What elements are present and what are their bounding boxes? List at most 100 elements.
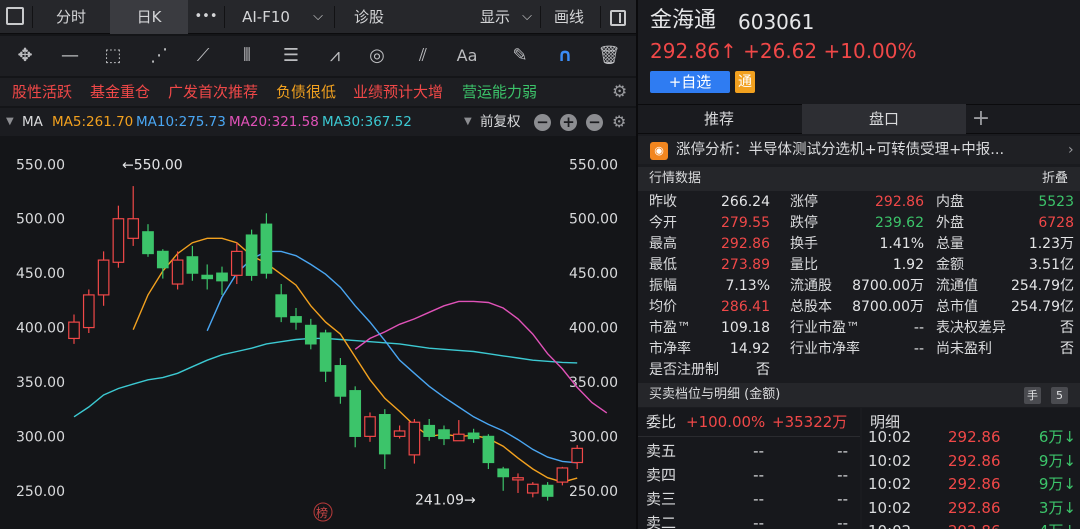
trade-price: 292.86 bbox=[948, 498, 1001, 517]
fold-button[interactable]: 折叠 bbox=[1042, 168, 1068, 189]
zoom-out-icon[interactable]: − bbox=[534, 114, 551, 131]
candle-body bbox=[393, 430, 406, 437]
trade-row: 10:02 292.86 4万↓ bbox=[862, 520, 1080, 529]
candle-body bbox=[216, 272, 228, 282]
quote-value: -- bbox=[913, 320, 924, 336]
kline-chart[interactable]: 550.00 550.00 500.00 500.00 450.00 450.00 400.… bbox=[0, 138, 636, 529]
low-marker-label: 241.09→ bbox=[415, 492, 476, 508]
tag-item[interactable]: 营运能力弱 bbox=[462, 80, 537, 104]
candle-body bbox=[364, 416, 376, 437]
quote-label: 总股本 bbox=[790, 299, 832, 315]
trade-volume: 9万↓ bbox=[1038, 475, 1076, 493]
line-tool-icon[interactable]: — bbox=[55, 44, 85, 68]
quote-label: 振幅 bbox=[649, 278, 677, 294]
zoom-in-icon[interactable]: + bbox=[560, 114, 577, 131]
more-menu-button[interactable]: ••• bbox=[188, 0, 224, 34]
quote-value: 109.18 bbox=[721, 320, 770, 336]
quote-value: 273.89 bbox=[721, 257, 770, 273]
candle-body bbox=[512, 477, 524, 481]
quote-label: 最高 bbox=[649, 236, 677, 252]
tab-diagnose[interactable]: 诊股 bbox=[338, 0, 400, 34]
add-watchlist-button[interactable]: +自选 bbox=[650, 71, 730, 93]
quote-label: 量比 bbox=[790, 257, 818, 273]
candle-body bbox=[275, 294, 288, 318]
draw-line-button[interactable]: 画线 bbox=[544, 0, 594, 34]
fire-icon: ◉ bbox=[650, 142, 668, 160]
quote-value: 1.41% bbox=[879, 236, 924, 252]
ma5-value: MA5:261.70 bbox=[52, 114, 134, 130]
display-button[interactable]: 显示 bbox=[470, 0, 520, 34]
add-tab-button[interactable]: + bbox=[968, 104, 994, 134]
tag-item[interactable]: 广发首次推荐 bbox=[168, 80, 258, 104]
candle-body bbox=[68, 321, 80, 340]
quote-value: 14.92 bbox=[729, 341, 770, 357]
gann-tool-icon[interactable]: ⫽ bbox=[410, 44, 436, 68]
ask-price: -- bbox=[753, 466, 764, 484]
ask-volume: -- bbox=[837, 466, 848, 484]
tag-item[interactable]: 业绩预计大增 bbox=[353, 80, 443, 104]
quote-label: 跌停 bbox=[790, 215, 818, 231]
tab-recommend[interactable]: 推荐 bbox=[638, 104, 800, 134]
collapse-icon[interactable]: ▼ bbox=[6, 113, 14, 131]
quote-label: 均价 bbox=[649, 299, 677, 315]
chevron-down-icon[interactable]: ▼ bbox=[464, 113, 472, 131]
trash-icon[interactable]: 🗑 bbox=[596, 44, 622, 68]
candle-body bbox=[127, 218, 140, 239]
trade-time: 10:02 bbox=[868, 520, 911, 529]
chevron-down-icon[interactable]: ⌵ bbox=[518, 0, 536, 34]
sidebar-toggle-icon[interactable] bbox=[606, 0, 630, 34]
quote-value: 5523 bbox=[1038, 194, 1074, 210]
y-tick-label-right: 300.00 bbox=[569, 429, 618, 445]
cycle-tool-icon[interactable]: ◎ bbox=[364, 44, 390, 68]
pen-icon[interactable]: ✎ bbox=[507, 44, 533, 68]
candle-body bbox=[245, 234, 258, 276]
quote-label: 总量 bbox=[936, 236, 964, 252]
tab-daily-k[interactable]: 日K bbox=[110, 0, 188, 34]
tag-item[interactable]: 基金重仓 bbox=[90, 80, 150, 104]
fibonacci-tool-icon[interactable]: ☰ bbox=[278, 44, 304, 68]
adjust-mode-select[interactable]: 前复权 bbox=[480, 113, 521, 131]
crosshair-icon[interactable]: ✥ bbox=[12, 44, 38, 68]
fullscreen-icon[interactable] bbox=[6, 7, 24, 25]
hand-toggle[interactable]: 手 bbox=[1024, 387, 1041, 404]
quote-label: 今开 bbox=[649, 215, 677, 231]
ma10-value: MA10:275.73 bbox=[136, 114, 226, 130]
ma-label[interactable]: MA bbox=[22, 113, 43, 131]
bars-tool-icon[interactable]: ⦀ bbox=[234, 44, 260, 68]
stock-name: 金海通 bbox=[650, 8, 717, 33]
app-window: 分时 日K ••• AI-F10 ⌵ 诊股 显示 ⌵ 画线 ✥ — ⬚ ⋰ ⟋ … bbox=[0, 0, 1080, 529]
gear-icon[interactable]: ⚙ bbox=[612, 113, 626, 131]
tab-timeshare[interactable]: 分时 bbox=[33, 0, 109, 34]
chevron-right-icon[interactable]: › bbox=[1068, 140, 1074, 161]
drawing-toolbar bbox=[0, 36, 636, 76]
quote-value: 292.86 bbox=[721, 236, 770, 252]
fan-tool-icon[interactable]: ⋰ bbox=[146, 44, 172, 68]
tab-ai-f10[interactable]: AI-F10 bbox=[226, 0, 306, 34]
wave-tool-icon[interactable]: ⩘ bbox=[320, 44, 350, 68]
tab-order-book[interactable]: 盘口 bbox=[802, 104, 966, 134]
last-price: 292.86↑ bbox=[650, 39, 737, 63]
connect-badge[interactable]: 通 bbox=[735, 71, 755, 93]
order-book: 委比 +100.00% +35322万 卖五 -- -- 卖四 -- -- 卖三 -- -- 卖二… bbox=[638, 408, 860, 529]
trade-volume: 3万↓ bbox=[1038, 498, 1076, 517]
trade-row: 10:02 292.86 3万↓ bbox=[862, 497, 1080, 520]
minimize-icon[interactable]: − bbox=[586, 114, 603, 131]
gear-icon[interactable]: ⚙ bbox=[612, 80, 627, 104]
tag-item[interactable]: 负债很低 bbox=[276, 80, 336, 104]
quote-label: 总市值 bbox=[936, 299, 978, 315]
quote-value: 否 bbox=[756, 362, 770, 378]
ask-level: 卖三 bbox=[646, 490, 677, 508]
level-toggle[interactable]: 5 bbox=[1051, 387, 1068, 404]
channel-tool-icon[interactable]: ⟋ bbox=[190, 44, 216, 68]
limit-up-analysis-text[interactable]: 涨停分析：半导体测试分选机+可转债受理+中报... bbox=[676, 140, 1004, 161]
text-tool-icon[interactable]: Aa bbox=[452, 44, 482, 68]
chart-pane: 分时 日K ••• AI-F10 ⌵ 诊股 显示 ⌵ 画线 ✥ — ⬚ ⋰ ⟋ … bbox=[0, 0, 636, 529]
magnet-icon[interactable]: ∩ bbox=[552, 44, 578, 68]
chevron-down-icon[interactable]: ⌵ bbox=[306, 0, 330, 34]
tag-item[interactable]: 股性活跃 bbox=[12, 80, 72, 104]
rank-badge-label[interactable]: 榜 bbox=[316, 505, 328, 520]
quote-value: -- bbox=[913, 341, 924, 357]
candle-body bbox=[349, 390, 362, 437]
high-marker-label: ←550.00 bbox=[122, 157, 183, 173]
rectangle-tool-icon[interactable]: ⬚ bbox=[100, 44, 126, 68]
